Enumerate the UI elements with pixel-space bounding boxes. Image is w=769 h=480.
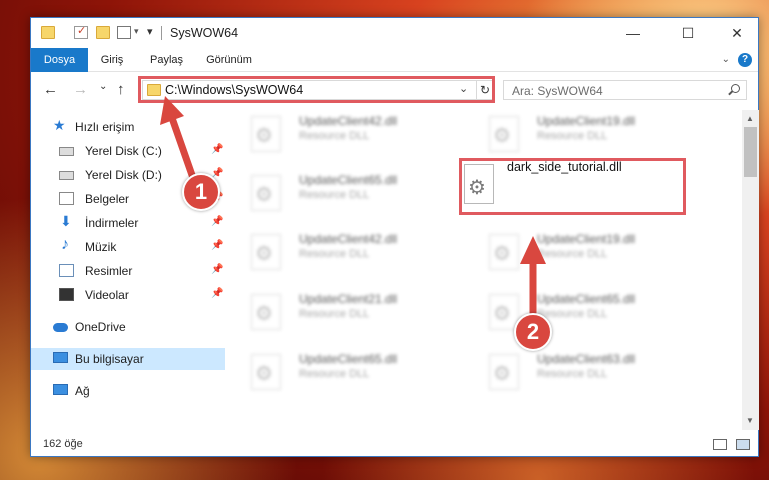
step-2-callout: 2: [514, 313, 552, 351]
annotation-arrows: [160, 96, 546, 322]
step-1-callout: 1: [182, 173, 220, 211]
arrow-1: [160, 96, 197, 182]
arrow-2: [520, 236, 546, 322]
